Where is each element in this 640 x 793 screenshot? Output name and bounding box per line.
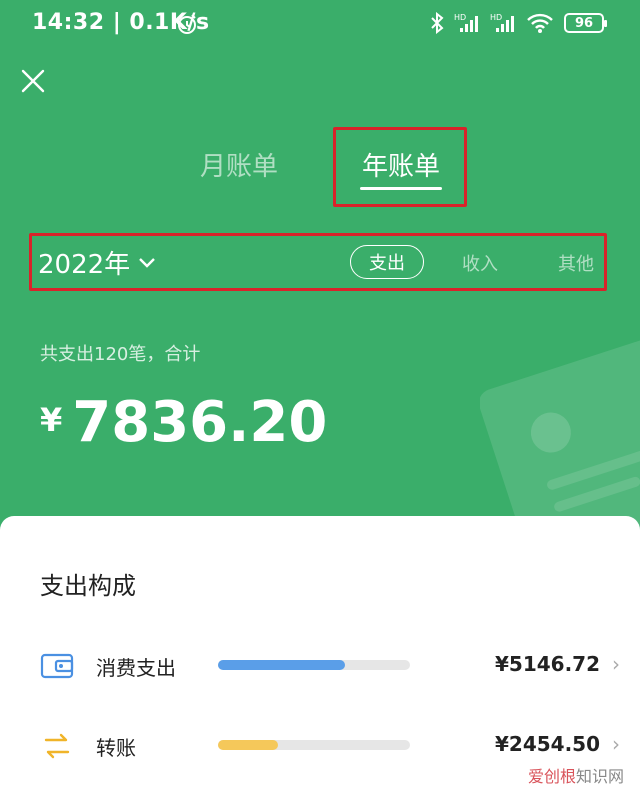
- watermark: 爱创根知识网: [528, 763, 624, 787]
- total-amount: ¥7836.20: [40, 390, 327, 455]
- highlight-box-tab: [333, 127, 467, 207]
- total-value: 7836.20: [72, 390, 328, 455]
- transfer-icon: [44, 733, 70, 759]
- chevron-right-icon: ›: [612, 652, 620, 676]
- share-bar-fill: [218, 660, 345, 670]
- share-bar-track: [218, 660, 410, 670]
- row-label: 转账: [96, 736, 136, 760]
- summary-text: 共支出120笔，合计: [40, 344, 201, 365]
- breakdown-title: 支出构成: [40, 572, 136, 600]
- breakdown-row-transfer[interactable]: 转账 ¥2454.50 ›: [0, 724, 640, 768]
- status-bar: 14:32 | 0.1K/s HD HD 96: [0, 0, 640, 50]
- svg-text:HD: HD: [490, 13, 502, 22]
- wallet-icon: [40, 653, 74, 679]
- watermark-brand: 爱创根: [527, 767, 576, 786]
- battery-level: 96: [574, 15, 594, 31]
- signal-hd-icon-2: HD: [490, 13, 514, 32]
- currency-symbol: ¥: [40, 401, 63, 439]
- wifi-icon: [527, 13, 553, 33]
- row-value: ¥2454.50: [494, 732, 600, 756]
- highlight-box-filter: [29, 233, 607, 291]
- chevron-right-icon: ›: [612, 732, 620, 756]
- bill-tabs: 月账单 年账单: [0, 128, 640, 208]
- svg-text:HD: HD: [454, 13, 466, 22]
- share-bar-track: [218, 740, 410, 750]
- row-value: ¥5146.72: [494, 652, 600, 676]
- row-label: 消费支出: [96, 656, 176, 680]
- watermark-site: 知识网: [575, 767, 624, 786]
- share-bar-fill: [218, 740, 278, 750]
- close-icon[interactable]: [18, 66, 48, 96]
- signal-hd-icon: HD: [454, 13, 478, 32]
- bluetooth-icon: [431, 12, 444, 34]
- tab-monthly-bill[interactable]: 月账单: [200, 146, 278, 183]
- breakdown-row-consumption[interactable]: 消费支出 ¥5146.72 ›: [0, 644, 640, 688]
- expense-breakdown-card: 支出构成 消费支出 ¥5146.72 › 转账 ¥2454.50 ›: [0, 516, 640, 793]
- alarm-icon: [178, 14, 196, 34]
- status-right: HD HD 96: [430, 12, 607, 34]
- battery-icon: 96: [564, 13, 607, 33]
